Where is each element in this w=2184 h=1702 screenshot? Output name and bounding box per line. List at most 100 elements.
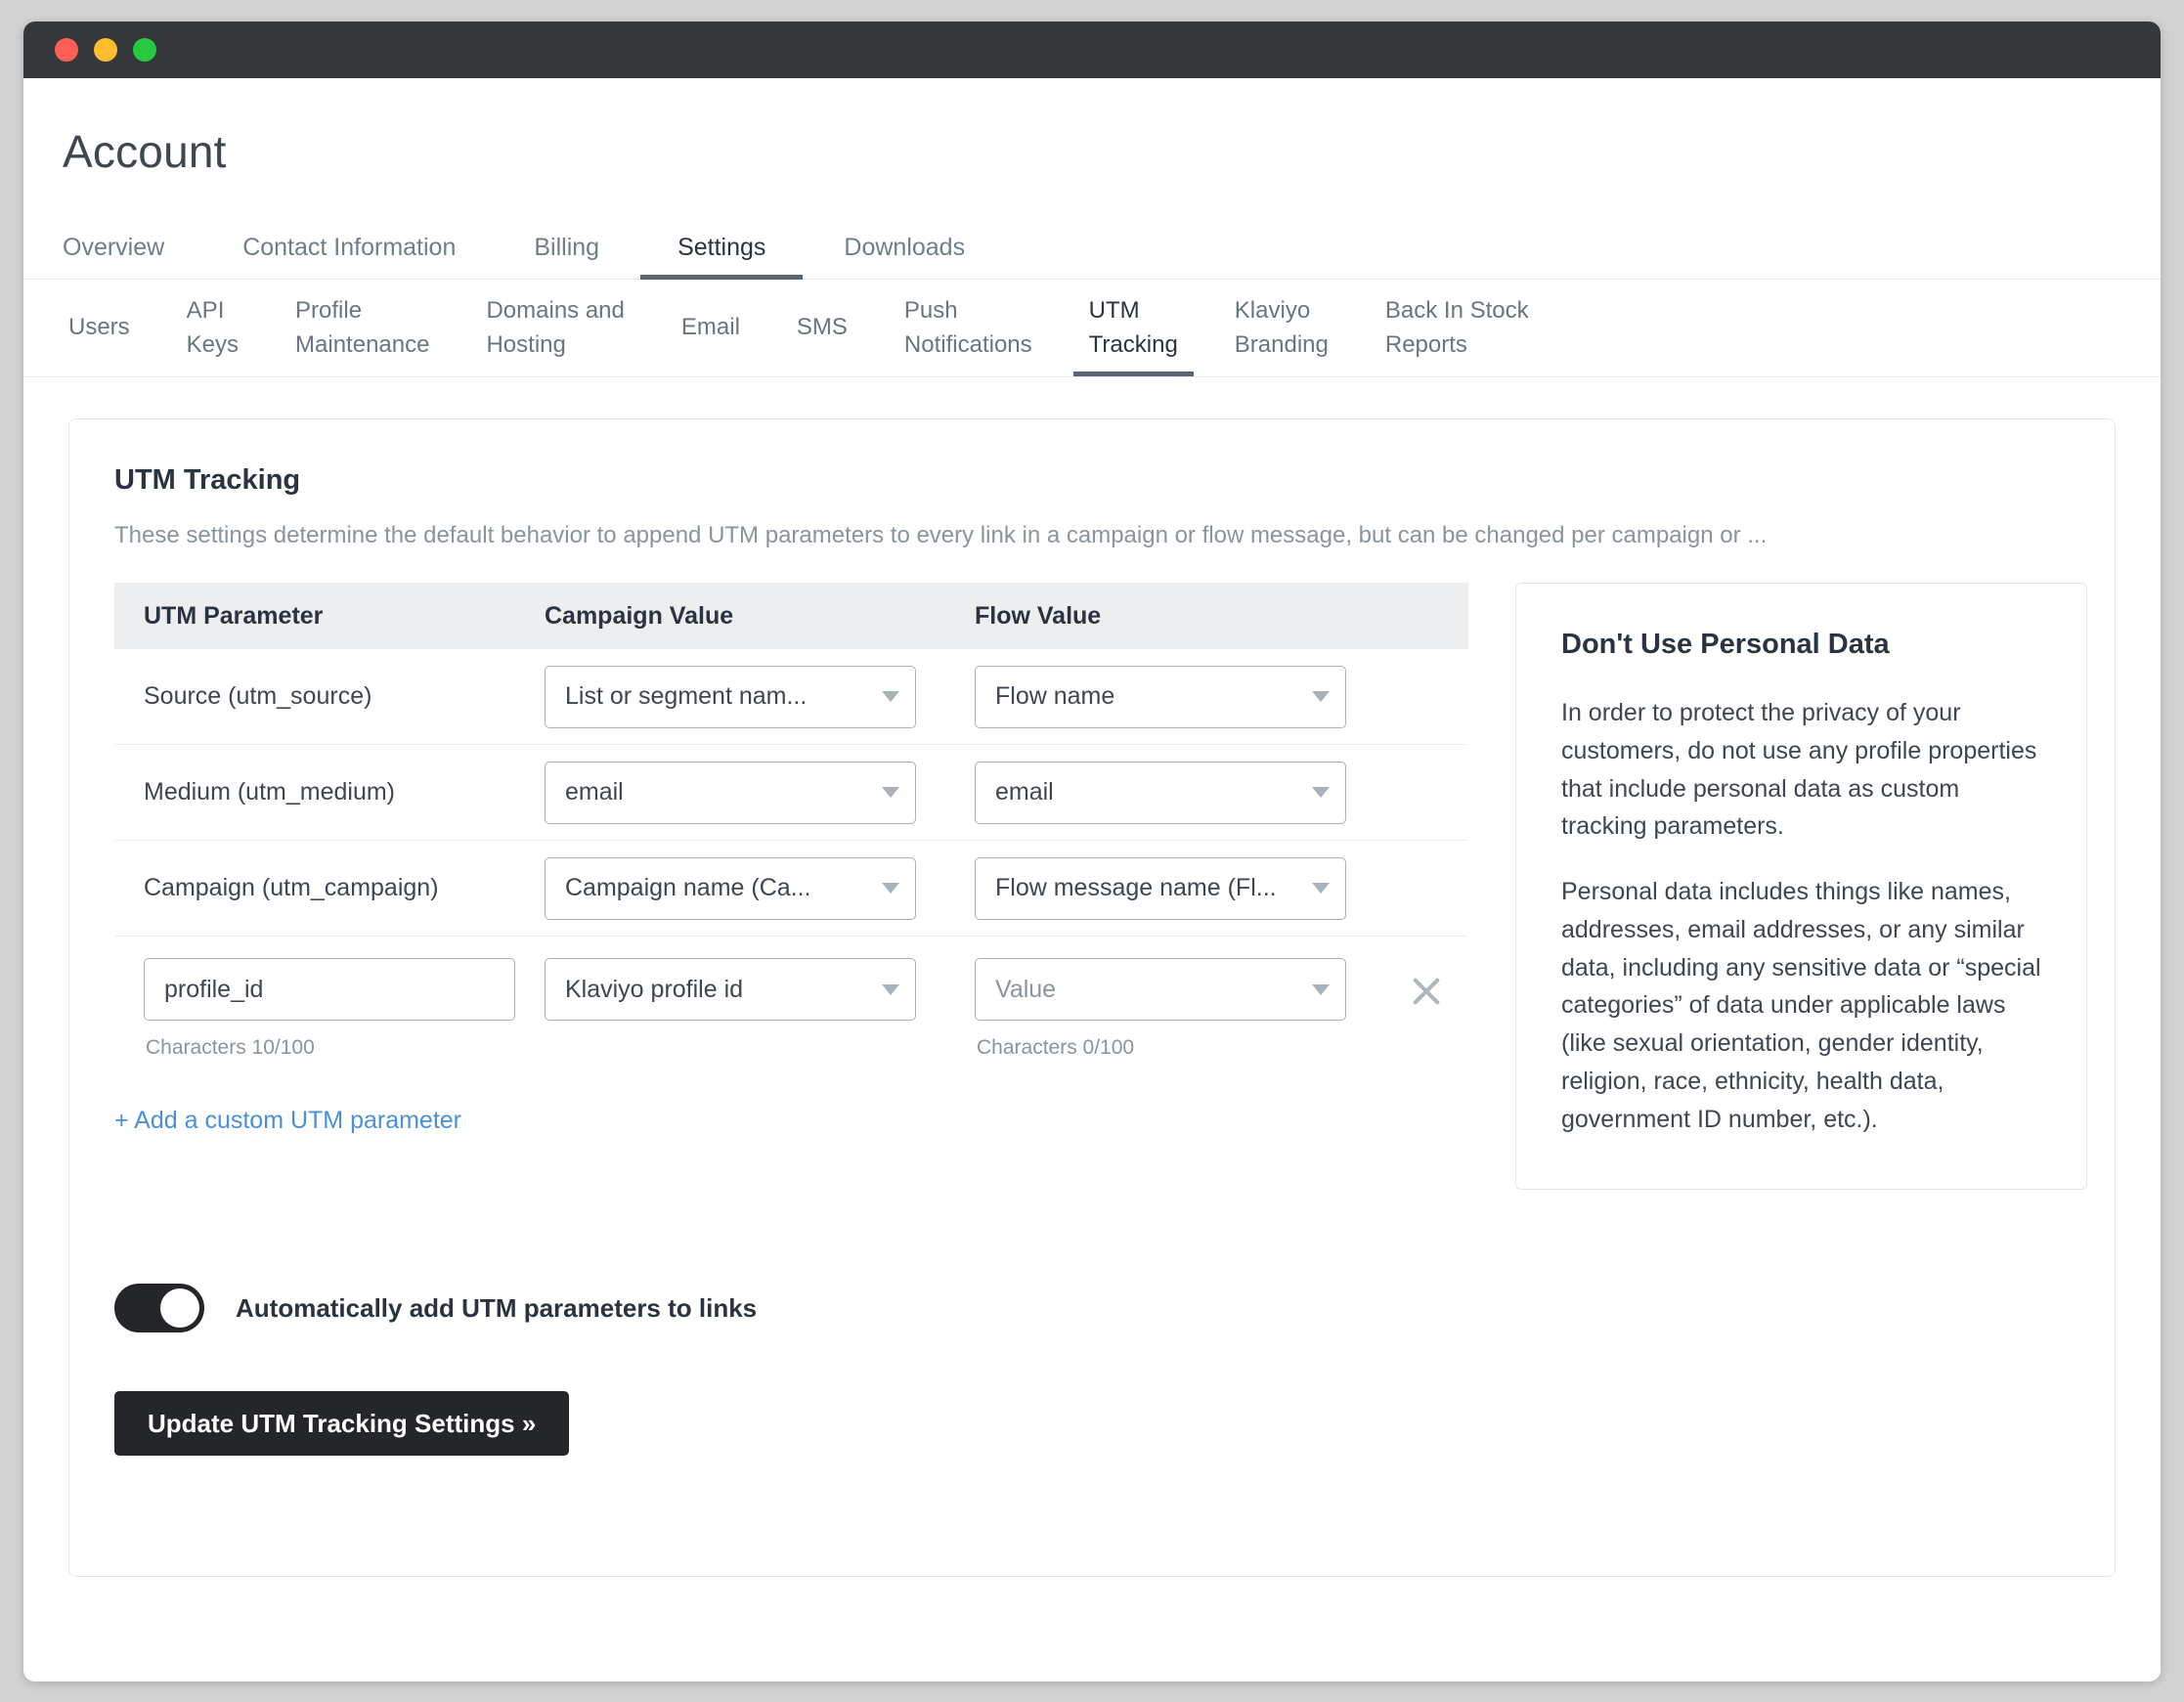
row-campaign-cell-medium: email xyxy=(545,762,975,824)
auto-utm-toggle-row: Automatically add UTM parameters to link… xyxy=(114,1284,2070,1332)
row-campaign-cell-campaign: Campaign name (Ca... xyxy=(545,857,975,920)
utm-parameters-column: UTM Parameter Campaign Value Flow Value … xyxy=(114,583,1468,1135)
custom-parameter-campaign-cell: Klaviyo profile id xyxy=(545,958,975,1021)
utm-parameters-table: UTM Parameter Campaign Value Flow Value … xyxy=(114,583,1468,1060)
row-campaign-cell-source: List or segment nam... xyxy=(545,666,975,728)
custom-campaign-value-select[interactable]: Klaviyo profile id xyxy=(545,958,916,1021)
utm-tracking-card: UTM Tracking These settings determine th… xyxy=(68,418,2116,1577)
info-panel-paragraph-1: In order to protect the privacy of your … xyxy=(1561,694,2041,846)
chevron-down-icon xyxy=(882,883,899,894)
card-body: UTM Parameter Campaign Value Flow Value … xyxy=(69,549,2115,1190)
flow-value-select-medium[interactable]: email xyxy=(975,762,1346,824)
subtab-email-label: Email xyxy=(681,311,740,345)
subtab-push-notifications[interactable]: Push Notifications xyxy=(904,280,1032,376)
campaign-value-select-campaign[interactable]: Campaign name (Ca... xyxy=(545,857,916,920)
row-label-medium: Medium (utm_medium) xyxy=(114,778,545,807)
custom-parameter-action-cell xyxy=(1405,958,1468,1013)
subtab-domains-and-hosting-label: Domains and Hosting xyxy=(486,294,624,363)
subtab-back-in-stock-reports-label: Back In Stock Reports xyxy=(1385,294,1529,363)
subtab-push-notifications-label: Push Notifications xyxy=(904,294,1032,363)
table-header-row: UTM Parameter Campaign Value Flow Value xyxy=(114,583,1468,649)
row-flow-cell-source: Flow name xyxy=(975,666,1405,728)
tab-settings[interactable]: Settings xyxy=(677,234,765,280)
subtab-back-in-stock-reports[interactable]: Back In Stock Reports xyxy=(1385,280,1529,376)
subtab-profile-maintenance[interactable]: Profile Maintenance xyxy=(295,280,429,376)
flow-value-select-source-text: Flow name xyxy=(995,682,1300,711)
window-titlebar xyxy=(23,22,2161,78)
custom-flow-value-select[interactable]: Value xyxy=(975,958,1346,1021)
subtab-utm-tracking-label: UTM Tracking xyxy=(1089,294,1178,363)
column-header-flow-value: Flow Value xyxy=(975,602,1405,631)
table-row: Campaign (utm_campaign) Campaign name (C… xyxy=(114,841,1468,937)
subtab-domains-and-hosting[interactable]: Domains and Hosting xyxy=(486,280,624,376)
chevron-down-icon xyxy=(882,691,899,702)
subtab-klaviyo-branding-label: Klaviyo Branding xyxy=(1235,294,1329,363)
row-flow-cell-campaign: Flow message name (Fl... xyxy=(975,857,1405,920)
page-title: Account xyxy=(23,78,2161,178)
custom-campaign-value-select-text: Klaviyo profile id xyxy=(565,976,870,1004)
maximize-window-button[interactable] xyxy=(133,38,156,62)
subtab-sms[interactable]: SMS xyxy=(797,280,848,376)
info-panel-title: Don't Use Personal Data xyxy=(1561,629,2041,661)
custom-parameter-name-charcount: Characters 10/100 xyxy=(144,1036,545,1060)
custom-flow-value-select-text: Value xyxy=(995,976,1300,1004)
card-title: UTM Tracking xyxy=(69,464,2115,497)
app-window: Account Overview Contact Information Bil… xyxy=(23,22,2161,1681)
chevron-down-icon xyxy=(1312,984,1330,995)
flow-value-select-campaign[interactable]: Flow message name (Fl... xyxy=(975,857,1346,920)
secondary-tab-bar: Users API Keys Profile Maintenance Domai… xyxy=(23,280,2161,377)
app-content: Account Overview Contact Information Bil… xyxy=(23,78,2161,1681)
card-footer: Automatically add UTM parameters to link… xyxy=(69,1284,2115,1456)
custom-parameter-flow-cell: Value Characters 0/100 xyxy=(975,958,1405,1060)
minimize-window-button[interactable] xyxy=(94,38,117,62)
campaign-value-select-campaign-text: Campaign name (Ca... xyxy=(565,874,870,902)
close-window-button[interactable] xyxy=(55,38,78,62)
tab-downloads[interactable]: Downloads xyxy=(844,234,965,280)
campaign-value-select-source-text: List or segment nam... xyxy=(565,682,870,711)
chevron-down-icon xyxy=(882,984,899,995)
column-header-utm-parameter: UTM Parameter xyxy=(114,602,545,631)
row-label-source: Source (utm_source) xyxy=(114,682,545,711)
add-custom-utm-parameter-link[interactable]: + Add a custom UTM parameter xyxy=(114,1107,461,1135)
custom-parameter-name-input[interactable] xyxy=(144,958,515,1021)
campaign-value-select-source[interactable]: List or segment nam... xyxy=(545,666,916,728)
subtab-users-label: Users xyxy=(68,311,130,345)
auto-add-utm-toggle[interactable] xyxy=(114,1284,204,1332)
card-description: These settings determine the default beh… xyxy=(69,522,2115,549)
info-panel-paragraph-2: Personal data includes things like names… xyxy=(1561,873,2041,1138)
flow-value-select-medium-text: email xyxy=(995,778,1300,807)
row-flow-cell-medium: email xyxy=(975,762,1405,824)
subtab-api-keys-label: API Keys xyxy=(187,294,239,363)
chevron-down-icon xyxy=(1312,787,1330,798)
toggle-knob xyxy=(160,1288,199,1328)
auto-add-utm-toggle-label: Automatically add UTM parameters to link… xyxy=(236,1293,757,1324)
campaign-value-select-medium-text: email xyxy=(565,778,870,807)
column-header-campaign-value: Campaign Value xyxy=(545,602,975,631)
custom-flow-value-charcount: Characters 0/100 xyxy=(975,1036,1405,1060)
subtab-profile-maintenance-label: Profile Maintenance xyxy=(295,294,429,363)
close-icon[interactable] xyxy=(1405,970,1448,1013)
subtab-utm-tracking[interactable]: UTM Tracking xyxy=(1089,280,1178,376)
row-label-campaign: Campaign (utm_campaign) xyxy=(114,874,545,902)
table-row: Source (utm_source) List or segment nam.… xyxy=(114,649,1468,745)
flow-value-select-campaign-text: Flow message name (Fl... xyxy=(995,874,1300,902)
subtab-email[interactable]: Email xyxy=(681,280,740,376)
tab-overview[interactable]: Overview xyxy=(63,234,164,280)
table-row: Medium (utm_medium) email email xyxy=(114,745,1468,841)
personal-data-warning-panel: Don't Use Personal Data In order to prot… xyxy=(1515,583,2087,1190)
flow-value-select-source[interactable]: Flow name xyxy=(975,666,1346,728)
info-column: Don't Use Personal Data In order to prot… xyxy=(1515,583,2087,1190)
chevron-down-icon xyxy=(1312,691,1330,702)
campaign-value-select-medium[interactable]: email xyxy=(545,762,916,824)
subtab-sms-label: SMS xyxy=(797,311,848,345)
custom-parameter-name-cell: Characters 10/100 xyxy=(114,958,545,1060)
tab-billing[interactable]: Billing xyxy=(534,234,599,280)
chevron-down-icon xyxy=(882,787,899,798)
table-row-custom-parameter: Characters 10/100 Klaviyo profile id xyxy=(114,937,1468,1060)
subtab-api-keys[interactable]: API Keys xyxy=(187,280,239,376)
subtab-klaviyo-branding[interactable]: Klaviyo Branding xyxy=(1235,280,1329,376)
subtab-users[interactable]: Users xyxy=(68,280,130,376)
update-utm-tracking-settings-button[interactable]: Update UTM Tracking Settings » xyxy=(114,1391,569,1456)
tab-contact-information[interactable]: Contact Information xyxy=(242,234,456,280)
chevron-down-icon xyxy=(1312,883,1330,894)
